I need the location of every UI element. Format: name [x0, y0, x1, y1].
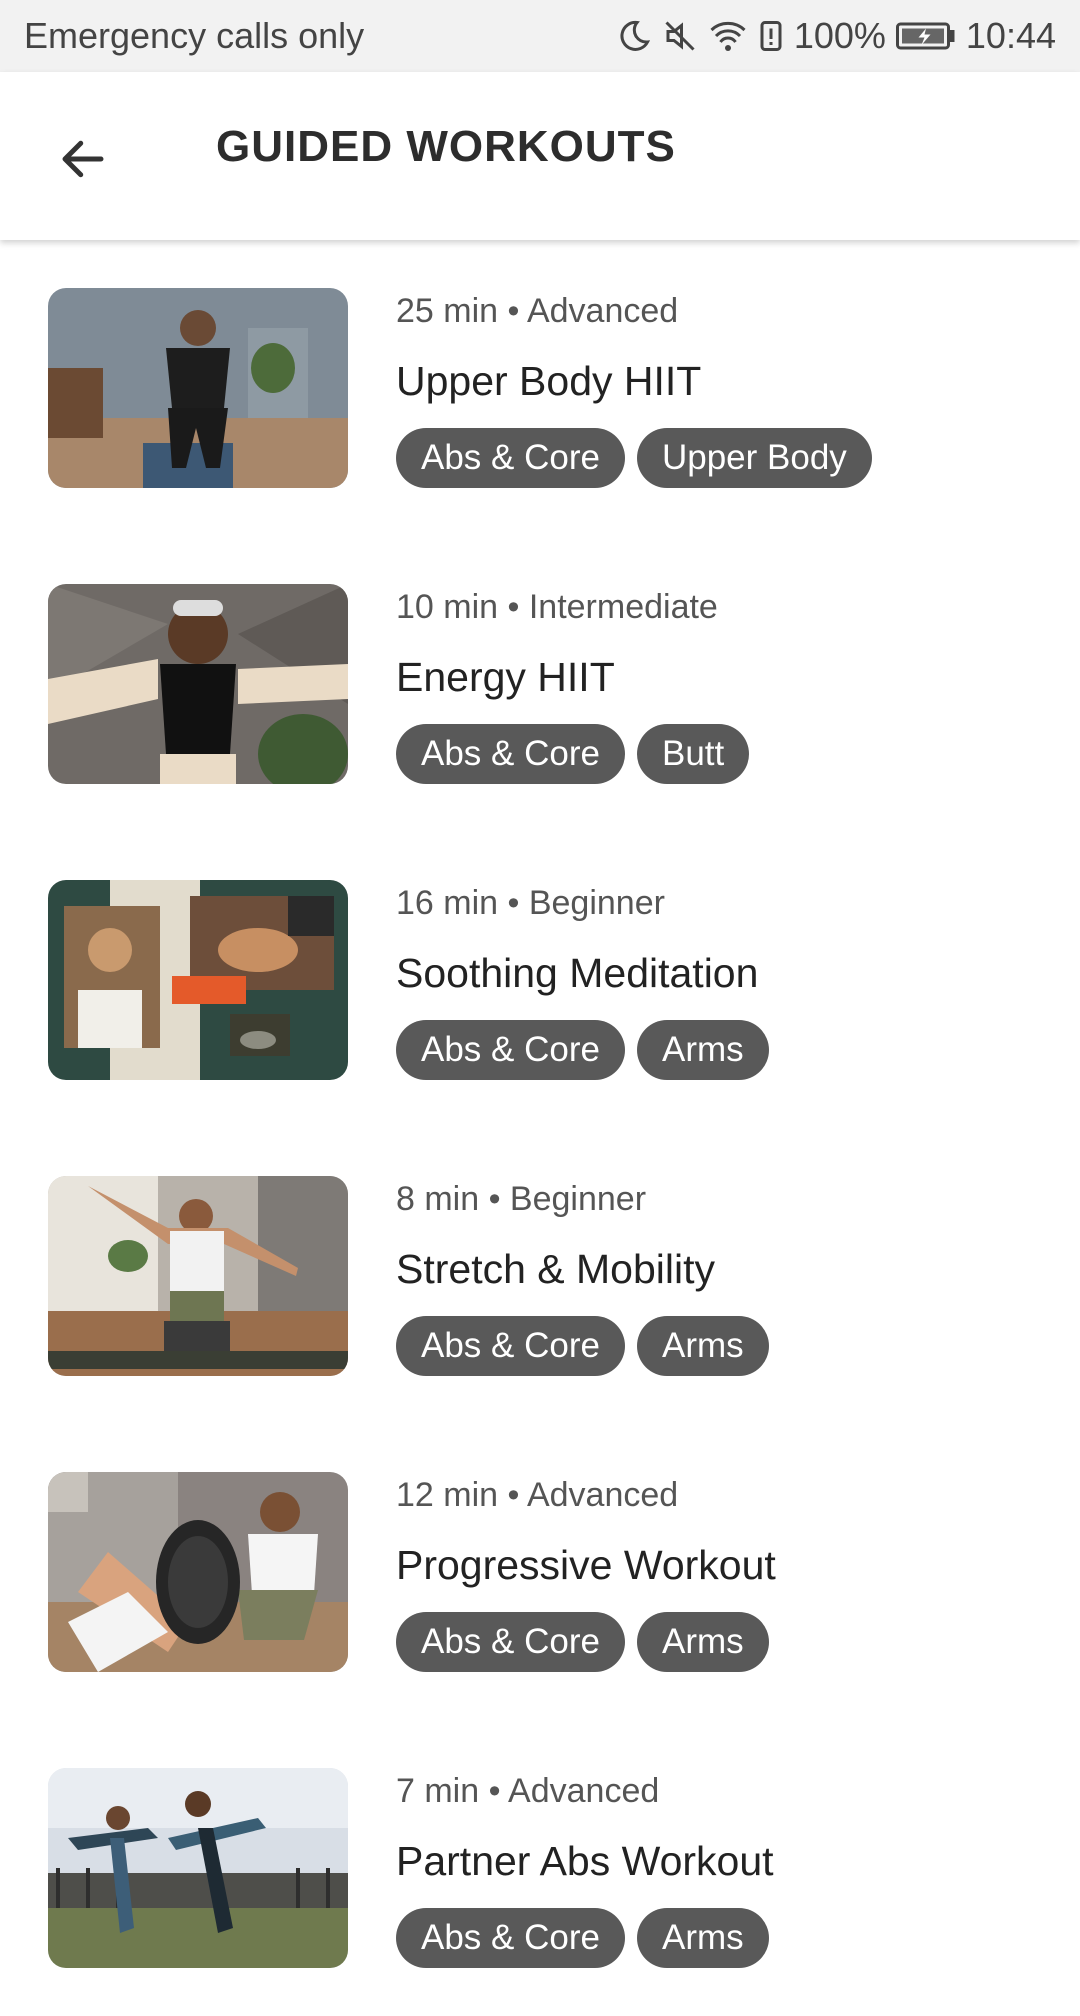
- workout-thumbnail: [48, 1176, 348, 1376]
- workout-item-progressive-workout[interactable]: 12 min • Advanced Progressive Workout Ab…: [0, 1424, 1080, 1720]
- workout-thumbnail: [48, 584, 348, 784]
- clock: 10:44: [965, 15, 1056, 56]
- tag-chip: Abs & Core: [396, 428, 625, 488]
- app-bar: GUIDED WORKOUTS: [0, 72, 1080, 240]
- workout-tags: Abs & Core Arms: [396, 1020, 769, 1080]
- arrow-left-icon: [56, 132, 110, 186]
- workout-meta: 7 min • Advanced: [396, 1772, 660, 1810]
- workout-item-stretch-mobility[interactable]: 8 min • Beginner Stretch & Mobility Abs …: [0, 1128, 1080, 1424]
- workout-tags: Abs & Core Arms: [396, 1908, 769, 1968]
- workout-item-energy-hiit[interactable]: 10 min • Intermediate Energy HIIT Abs & …: [0, 536, 1080, 832]
- workout-meta: 12 min • Advanced: [396, 1476, 679, 1514]
- workout-title: Progressive Workout: [396, 1542, 776, 1588]
- carrier-text: Emergency calls only: [24, 15, 365, 56]
- workout-item-soothing-meditation[interactable]: 16 min • Beginner Soothing Meditation Ab…: [0, 832, 1080, 1128]
- workout-meta: 8 min • Beginner: [396, 1180, 647, 1218]
- tag-chip: Arms: [636, 1020, 769, 1080]
- page-title: GUIDED WORKOUTS: [216, 122, 676, 171]
- workout-tags: Abs & Core Arms: [396, 1612, 769, 1672]
- workout-title: Upper Body HIIT: [396, 358, 702, 404]
- workout-title: Soothing Meditation: [396, 950, 759, 996]
- workout-thumbnail: [48, 880, 348, 1080]
- tag-chip: Abs & Core: [396, 1908, 625, 1968]
- workout-meta: 25 min • Advanced: [396, 292, 679, 330]
- workout-thumbnail: [48, 1472, 348, 1672]
- workout-title: Partner Abs Workout: [396, 1838, 774, 1884]
- tag-chip: Abs & Core: [396, 1020, 625, 1080]
- workout-meta: 16 min • Beginner: [396, 884, 665, 922]
- battery-icon: [895, 21, 956, 51]
- tag-chip: Abs & Core: [396, 724, 625, 784]
- workout-thumbnail: [48, 1768, 348, 1968]
- workout-tags: Abs & Core Upper Body: [396, 428, 872, 488]
- workout-meta: 10 min • Intermediate: [396, 588, 718, 626]
- workout-item-upper-body-hiit[interactable]: 25 min • Advanced Upper Body HIIT Abs & …: [0, 240, 1080, 536]
- mute-icon: [662, 18, 698, 54]
- tag-chip: Upper Body: [636, 428, 872, 488]
- tag-chip: Butt: [636, 724, 750, 784]
- tag-chip: Arms: [636, 1908, 769, 1968]
- workout-title: Energy HIIT: [396, 654, 615, 700]
- workout-tags: Abs & Core Butt: [396, 724, 750, 784]
- workout-tags: Abs & Core Arms: [396, 1316, 769, 1376]
- wifi-icon: [708, 18, 748, 54]
- workout-title: Stretch & Mobility: [396, 1246, 715, 1292]
- battery-percent: 100%: [793, 15, 886, 56]
- status-icons: 100% 10:44: [616, 15, 1056, 57]
- tag-chip: Abs & Core: [396, 1316, 625, 1376]
- status-bar: Emergency calls only 100% 10:44: [0, 0, 1080, 72]
- back-button[interactable]: [38, 114, 128, 204]
- workout-item-partner-abs-workout[interactable]: 7 min • Advanced Partner Abs Workout Abs…: [0, 1720, 1080, 2016]
- moon-icon: [616, 18, 652, 54]
- workout-list: 25 min • Advanced Upper Body HIIT Abs & …: [0, 240, 1080, 2016]
- workout-thumbnail: [48, 288, 348, 488]
- tag-chip: Abs & Core: [396, 1612, 625, 1672]
- tag-chip: Arms: [636, 1316, 769, 1376]
- alert-icon: [758, 18, 784, 54]
- tag-chip: Arms: [636, 1612, 769, 1672]
